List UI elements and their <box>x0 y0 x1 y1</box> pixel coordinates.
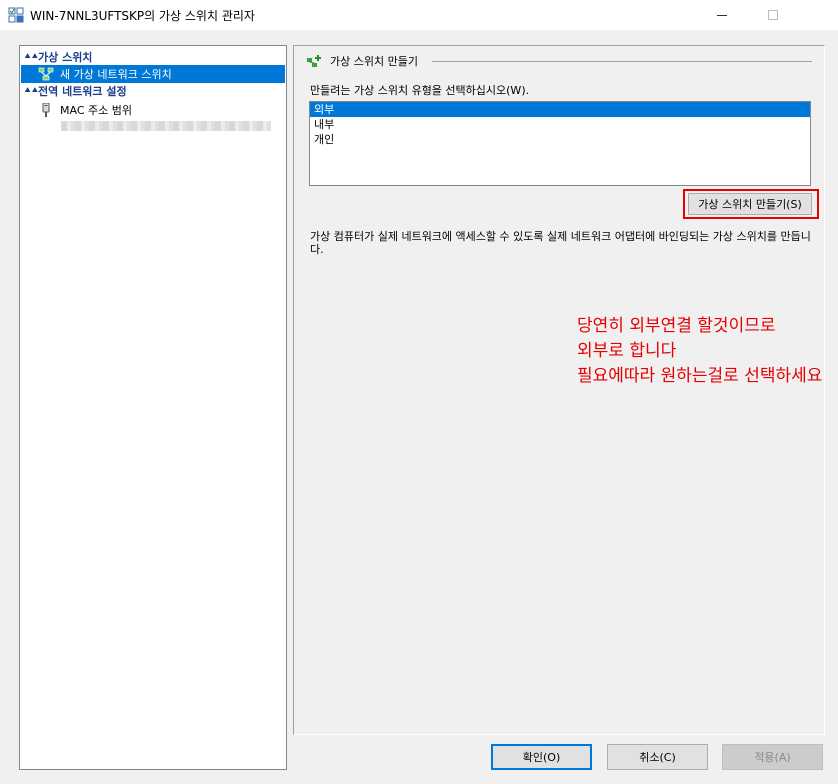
minimize-icon <box>717 14 727 16</box>
title-bar: WIN-7NNL3UFTSKP의 가상 스위치 관리자 <box>0 0 838 30</box>
switch-type-prompt: 만들려는 가상 스위치 유형을 선택하십시오(W). <box>310 84 530 97</box>
tree-category-label: 전역 네트워크 설정 <box>38 85 127 98</box>
annotation-line: 당연히 외부연결 할것이므로 <box>577 316 776 336</box>
tree-item-label: MAC 주소 범위 <box>60 104 132 117</box>
tree-item-label: 새 가상 네트워크 스위치 <box>60 68 172 81</box>
tree-category-label: 가상 스위치 <box>38 51 93 64</box>
apply-button[interactable]: 적용(A) <box>722 744 823 770</box>
cancel-button[interactable]: 취소(C) <box>607 744 708 770</box>
window-title: WIN-7NNL3UFTSKP의 가상 스위치 관리자 <box>30 9 255 23</box>
tree-category-global-network[interactable]: ⯅⯅ 전역 네트워크 설정 <box>21 83 285 99</box>
collapse-chevron-icon: ⯅⯅ <box>24 52 39 62</box>
minimize-button[interactable] <box>699 0 745 30</box>
group-header: 가상 스위치 만들기 <box>306 52 418 70</box>
annotation-line: 외부로 합니다 <box>577 341 677 361</box>
ok-button[interactable]: 확인(O) <box>491 744 592 770</box>
group-divider <box>432 61 812 62</box>
maximize-icon <box>768 10 778 20</box>
network-adapter-icon <box>42 103 50 117</box>
switch-type-option-internal[interactable]: 내부 <box>310 117 810 132</box>
virtual-switch-manager-icon <box>8 7 24 23</box>
switch-type-description: 가상 컴퓨터가 실제 네트워크에 액세스할 수 있도록 실제 네트워크 어댑터에… <box>310 230 811 256</box>
switch-type-option-external[interactable]: 외부 <box>310 102 810 117</box>
annotation-text: 당연히 외부연결 할것이므로 외부로 합니다 필요에따라 원하는걸로 선택하세요 <box>577 314 838 389</box>
tree-item-new-virtual-switch[interactable]: 새 가상 네트워크 스위치 <box>21 65 285 83</box>
switch-type-option-private[interactable]: 개인 <box>310 132 810 147</box>
annotation-line: 필요에따라 원하는걸로 선택하세요 <box>577 366 823 386</box>
create-virtual-switch-button[interactable]: 가상 스위치 만들기(S) <box>688 193 812 215</box>
network-switch-icon <box>38 67 54 81</box>
settings-tree: ⯅⯅ 가상 스위치 새 가상 네트워크 스위치 ⯅⯅ 전역 네트워크 설정 MA… <box>19 45 287 770</box>
add-switch-icon <box>307 55 321 67</box>
group-title: 가상 스위치 만들기 <box>330 55 418 68</box>
collapse-chevron-icon: ⯅⯅ <box>24 86 39 96</box>
switch-type-listbox[interactable]: 외부 내부 개인 <box>309 101 811 186</box>
tree-category-virtual-switches[interactable]: ⯅⯅ 가상 스위치 <box>21 49 285 65</box>
mac-range-redacted-value <box>61 121 271 131</box>
tree-item-mac-address-range[interactable]: MAC 주소 범위 <box>21 101 285 119</box>
maximize-button[interactable] <box>750 0 796 30</box>
